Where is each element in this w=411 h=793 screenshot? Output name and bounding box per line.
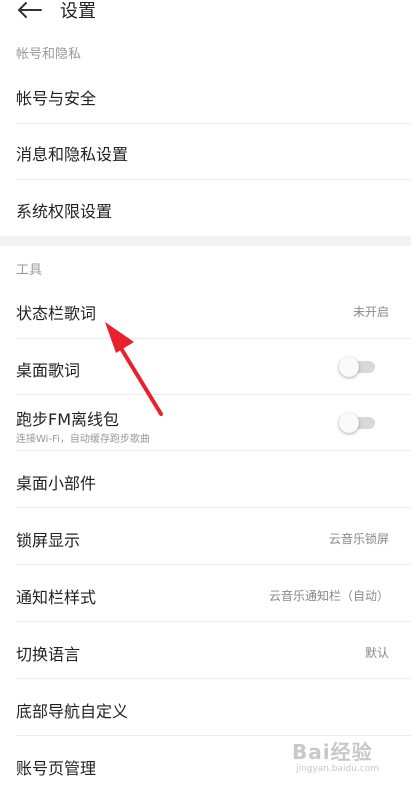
row-label: 锁屏显示 (16, 531, 81, 550)
desktop-lyrics-toggle[interactable] (339, 357, 377, 377)
watermark: Bai经验 jingyan.baidu.com (292, 736, 402, 782)
watermark-url: jingyan.baidu.com (296, 764, 380, 774)
section-gap (0, 236, 411, 246)
toggle-knob (339, 357, 359, 377)
notification-style-row[interactable]: 通知栏样式 云音乐通知栏（自动） (0, 565, 411, 622)
row-label: 桌面歌词 (16, 361, 81, 380)
row-label: 账号页管理 (16, 759, 97, 778)
section-label-tools: 工具 (16, 263, 43, 278)
toggle-knob (339, 413, 359, 433)
running-fm-toggle[interactable] (339, 413, 377, 433)
row-label: 消息和隐私设置 (16, 145, 129, 164)
system-permission-row[interactable]: 系统权限设置 (0, 180, 411, 236)
row-label: 切换语言 (16, 645, 81, 664)
row-sublabel: 连接Wi-Fi，自动缓存跑步歌曲 (16, 434, 150, 445)
account-security-row[interactable]: 帐号与安全 (0, 68, 411, 124)
desktop-lyrics-row[interactable]: 桌面歌词 (0, 339, 411, 395)
row-value: 默认 (364, 646, 389, 660)
status-bar-lyrics-row[interactable]: 状态栏歌词 未开启 (0, 283, 411, 339)
desktop-widget-row[interactable]: 桌面小部件 (0, 451, 411, 508)
running-fm-offline-row[interactable]: 跑步FM离线包 连接Wi-Fi，自动缓存跑步歌曲 (0, 395, 411, 451)
row-label: 通知栏样式 (16, 588, 97, 607)
row-label: 底部导航自定义 (16, 702, 129, 721)
switch-language-row[interactable]: 切换语言 默认 (0, 622, 411, 679)
arrow-left-icon[interactable] (14, 0, 44, 22)
row-label: 帐号与安全 (16, 89, 97, 108)
row-value: 未开启 (352, 305, 389, 319)
header: 设置 (0, 0, 411, 26)
message-privacy-row[interactable]: 消息和隐私设置 (0, 124, 411, 180)
row-label: 跑步FM离线包 (16, 410, 120, 429)
bottom-nav-custom-row[interactable]: 底部导航自定义 (0, 679, 411, 736)
section-label-account: 帐号和隐私 (16, 47, 82, 62)
row-label: 系统权限设置 (16, 202, 113, 221)
lock-screen-row[interactable]: 锁屏显示 云音乐锁屏 (0, 508, 411, 565)
row-label: 桌面小部件 (16, 474, 97, 493)
page-title: 设置 (60, 1, 96, 22)
watermark-logo: Bai经验 (292, 740, 373, 764)
row-value: 云音乐锁屏 (328, 532, 389, 546)
row-label: 状态栏歌词 (16, 304, 97, 323)
row-value: 云音乐通知栏（自动） (268, 589, 389, 603)
